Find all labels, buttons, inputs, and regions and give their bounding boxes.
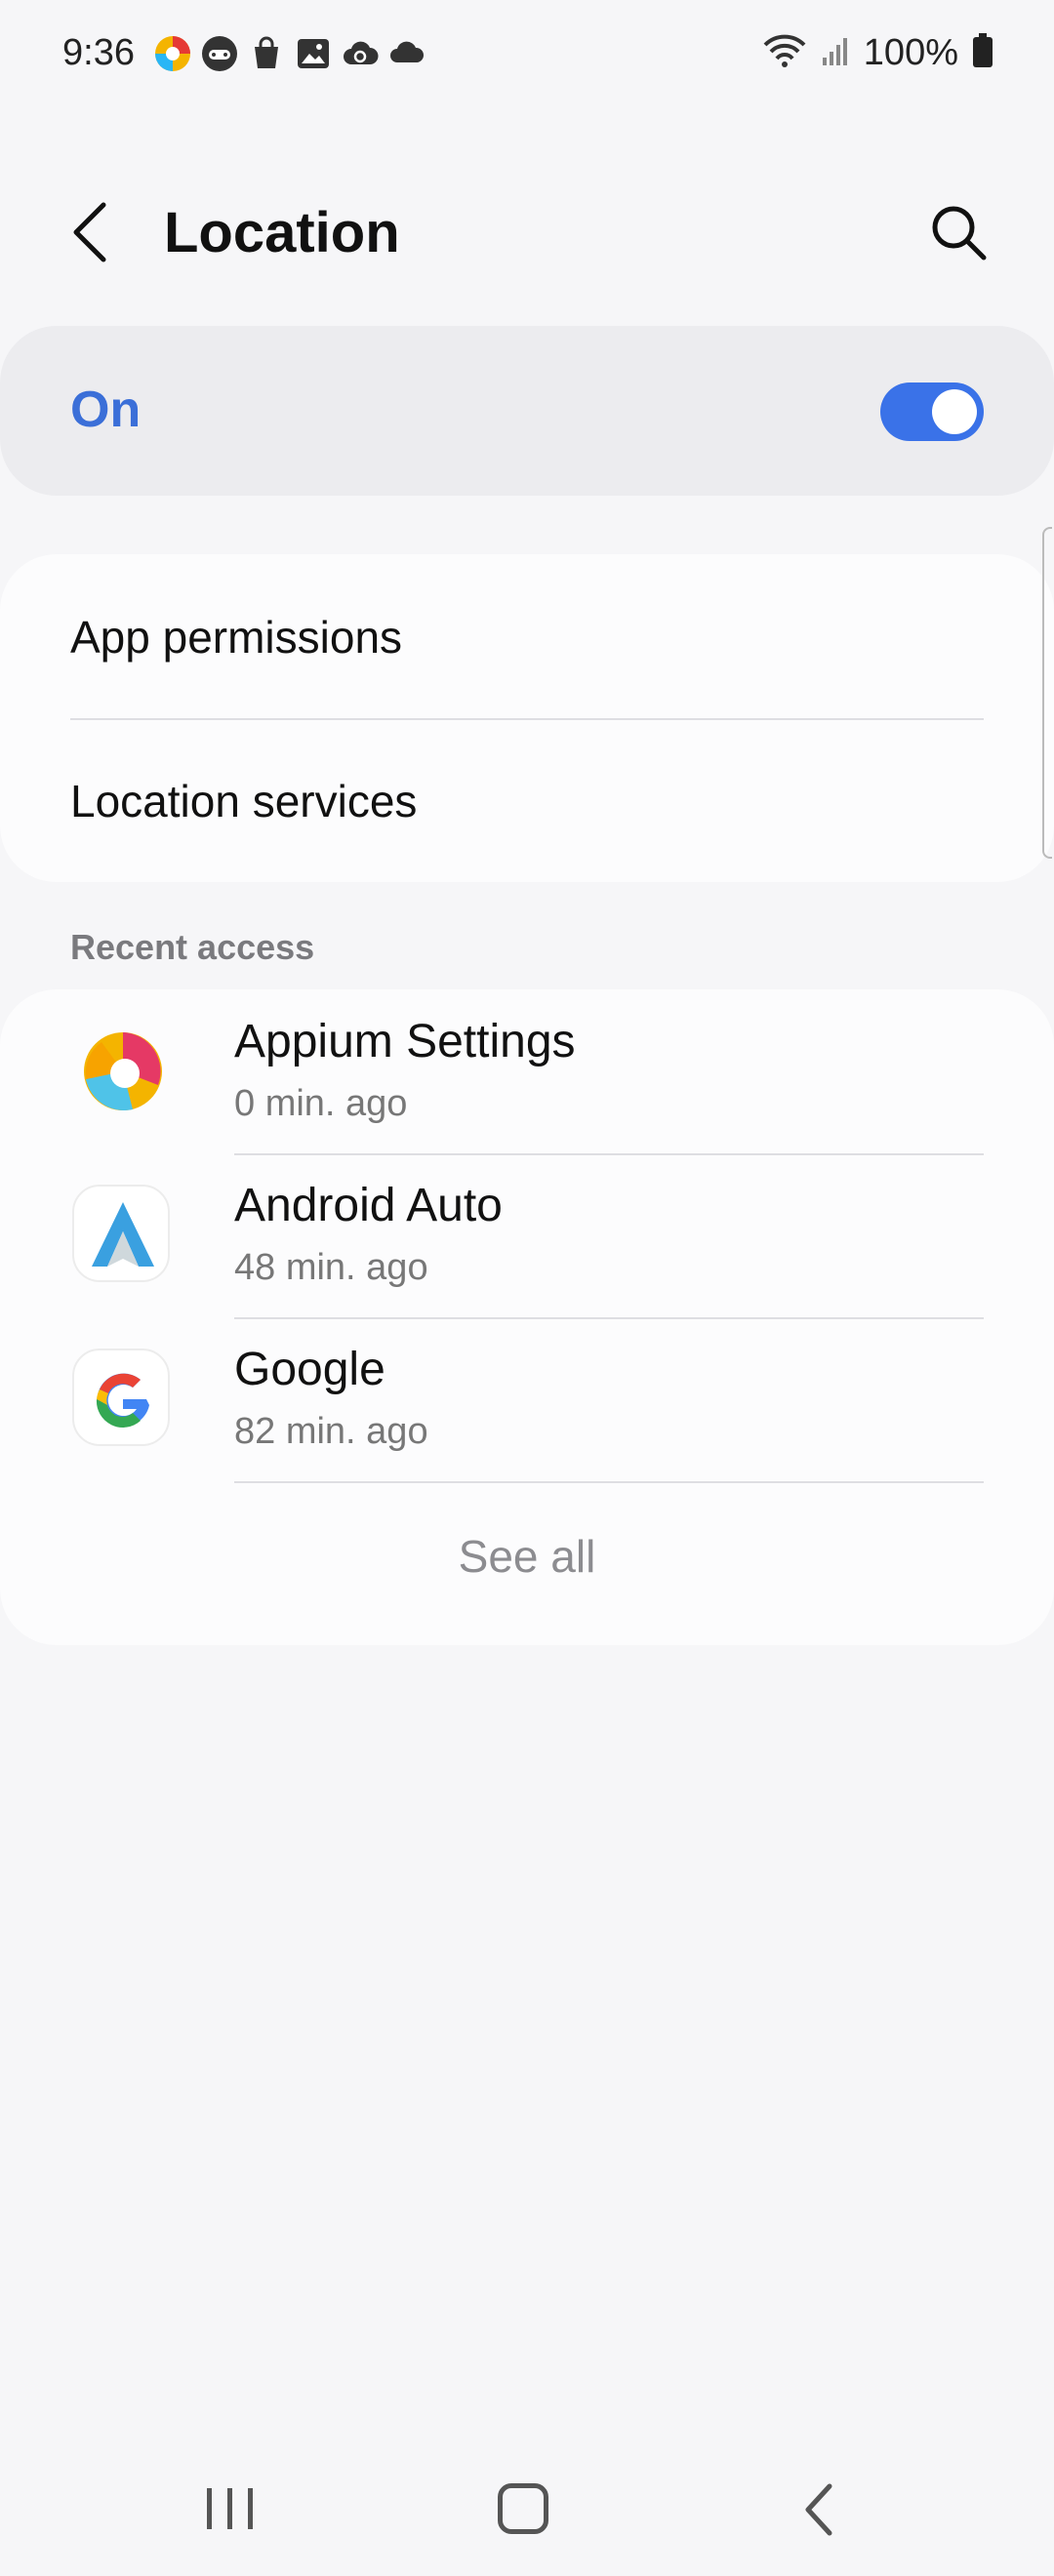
location-on-label: On <box>70 382 142 438</box>
google-icon <box>72 1348 170 1446</box>
notification-icons <box>154 35 426 72</box>
location-toggle-switch[interactable] <box>880 382 984 441</box>
scroll-indicator <box>1042 527 1052 859</box>
game-icon <box>201 35 238 72</box>
status-time: 9:36 <box>62 32 135 73</box>
shopping-bag-icon <box>248 35 285 72</box>
cloud-sync-icon <box>342 35 379 72</box>
app-name: Google <box>234 1344 385 1395</box>
app-access-time: 82 min. ago <box>234 1411 428 1452</box>
battery-icon <box>972 32 993 74</box>
page-title: Location <box>164 201 400 264</box>
toggle-knob <box>932 389 977 434</box>
appium-icon <box>154 35 191 72</box>
back-arrow-icon <box>73 202 106 262</box>
app-name: Android Auto <box>234 1180 503 1231</box>
cloud-icon <box>388 35 426 72</box>
app-access-time: 48 min. ago <box>234 1247 428 1288</box>
divider <box>70 718 984 720</box>
wifi-icon <box>762 31 807 75</box>
android-auto-icon <box>72 1185 170 1282</box>
app-permissions-item[interactable]: App permissions <box>70 611 402 664</box>
battery-percent: 100% <box>863 32 958 73</box>
system-status: 100% <box>762 31 993 75</box>
status-bar: 9:36 100% <box>0 0 1054 112</box>
location-services-item[interactable]: Location services <box>70 775 417 827</box>
home-button[interactable] <box>498 2483 548 2534</box>
recents-button[interactable] <box>203 2484 258 2533</box>
divider <box>234 1481 984 1483</box>
app-name: Appium Settings <box>234 1016 576 1067</box>
search-icon <box>932 206 987 261</box>
appium-settings-icon <box>72 1023 170 1120</box>
search-button[interactable] <box>925 199 993 267</box>
recent-access-heading: Recent access <box>70 927 315 967</box>
back-icon <box>805 2483 832 2536</box>
nav-back-button[interactable] <box>798 2480 837 2539</box>
recents-icon <box>207 2488 253 2529</box>
gallery-icon <box>295 35 332 72</box>
app-access-time: 0 min. ago <box>234 1083 408 1124</box>
signal-icon <box>821 34 850 72</box>
back-button[interactable] <box>61 193 121 271</box>
see-all-button[interactable]: See all <box>0 1530 1054 1583</box>
